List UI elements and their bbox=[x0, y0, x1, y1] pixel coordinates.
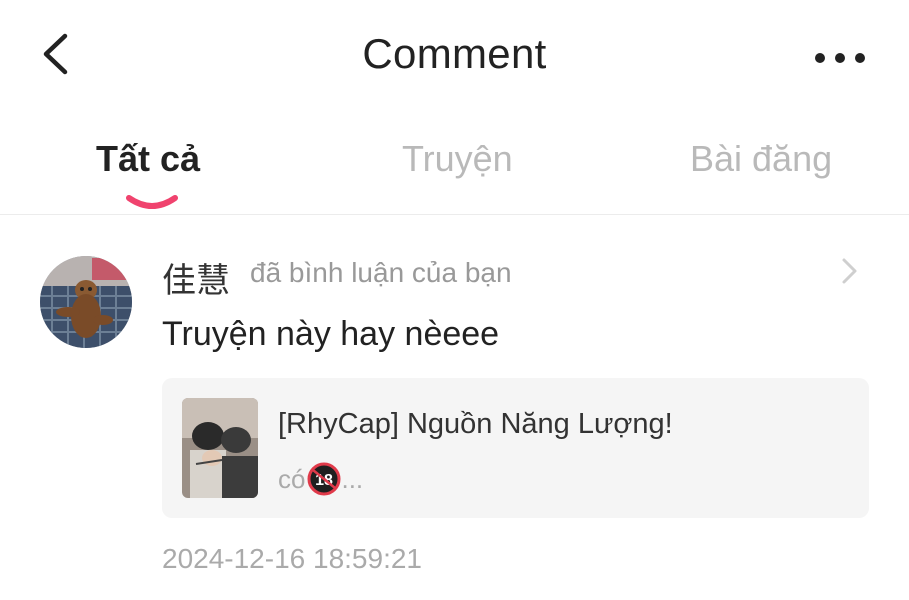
active-tab-indicator bbox=[126, 195, 178, 209]
notification-action-text: đã bình luận của bạn bbox=[250, 257, 512, 288]
chevron-right-icon[interactable] bbox=[838, 256, 862, 286]
age-18-badge-icon: 18 bbox=[307, 462, 341, 496]
more-options-button[interactable] bbox=[806, 40, 876, 76]
comment-notification-item[interactable]: 佳慧 đã bình luận của bạn Truyện này hay n… bbox=[0, 215, 909, 600]
comment-timestamp: 2024-12-16 18:59:21 bbox=[162, 543, 422, 574]
tab-bar: Tất cả Truyện Bài đăng bbox=[0, 118, 909, 214]
story-subtitle: có 18 ... bbox=[278, 462, 363, 496]
story-title: [RhyCap] Nguồn Năng Lượng! bbox=[278, 408, 673, 440]
story-subtitle-ellipsis: ... bbox=[341, 463, 364, 494]
story-subtitle-prefix: có bbox=[278, 463, 306, 494]
more-horizontal-icon bbox=[815, 53, 865, 63]
commenter-username[interactable]: 佳慧 bbox=[162, 253, 230, 302]
page-title: Comment bbox=[362, 30, 547, 77]
story-cover-image bbox=[182, 398, 258, 498]
tab-stories[interactable]: Truyện bbox=[402, 138, 513, 180]
comment-text: Truyện này hay nèeee bbox=[162, 315, 500, 353]
avatar[interactable] bbox=[40, 256, 132, 348]
top-bar: Comment bbox=[0, 0, 909, 118]
tab-posts[interactable]: Bài đăng bbox=[690, 138, 832, 180]
story-card[interactable]: [RhyCap] Nguồn Năng Lượng! có 18 ... bbox=[162, 378, 869, 518]
tab-all[interactable]: Tất cả bbox=[96, 138, 200, 180]
